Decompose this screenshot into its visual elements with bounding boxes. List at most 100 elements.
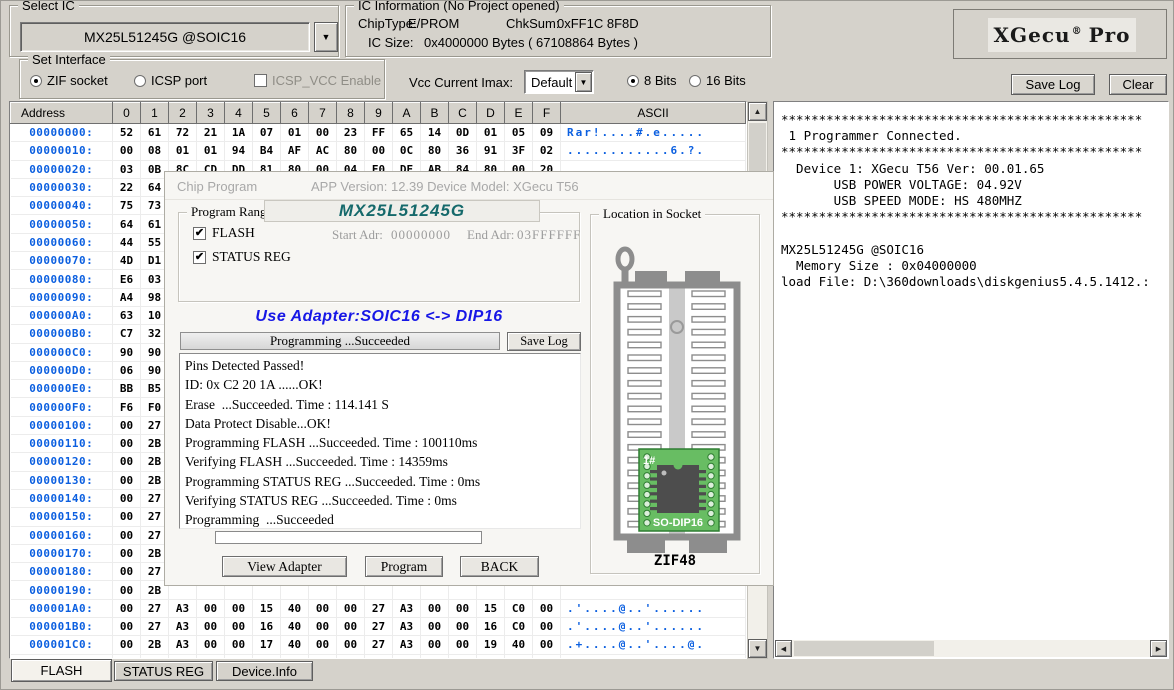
hex-col-header: 8 <box>337 103 365 124</box>
hex-byte-cell: 01 <box>281 124 309 142</box>
hex-byte-cell: 00 <box>197 599 225 617</box>
scroll-down-button[interactable]: ▼ <box>748 639 767 658</box>
hex-byte-cell: 00 <box>309 599 337 617</box>
zif-socket-radio[interactable]: ZIF socket <box>30 73 108 88</box>
hex-byte-cell: 00 <box>113 581 141 599</box>
program-button[interactable]: Program <box>365 556 443 577</box>
location-in-socket-group: Location in Socket 1# SO-D <box>590 214 760 574</box>
hex-byte-cell: 03 <box>113 160 141 178</box>
program-log-box[interactable]: Pins Detected Passed! ID: 0x C2 20 1A ..… <box>179 353 581 529</box>
flash-checkbox[interactable]: ✔ FLASH <box>193 225 255 241</box>
hex-byte-cell: 00 <box>225 618 253 636</box>
radio-on-icon <box>627 75 639 87</box>
status-reg-checkbox-label: STATUS REG <box>212 249 291 265</box>
dialog-save-log-button[interactable]: Save Log <box>507 332 581 351</box>
hex-byte-cell: 80 <box>421 142 449 160</box>
hex-col-header: 6 <box>281 103 309 124</box>
hex-byte-cell: 00 <box>533 599 561 617</box>
hex-byte-cell: 36 <box>449 142 477 160</box>
hex-row: 000001A0:0027A300001540000027A3000015C00… <box>11 599 746 617</box>
vcc-current-combobox[interactable]: Default ▼ <box>524 70 594 94</box>
hex-byte-cell: 52 <box>113 124 141 142</box>
hex-byte-cell: 00 <box>113 489 141 507</box>
program-range-label: Program Range <box>187 204 276 220</box>
status-reg-checkbox[interactable]: ✔ STATUS REG <box>193 249 291 265</box>
bits8-radio[interactable]: 8 Bits <box>627 73 677 88</box>
hex-byte-cell: 00 <box>197 636 225 654</box>
hex-byte-cell: 44 <box>113 233 141 251</box>
hex-byte-cell: A3 <box>169 618 197 636</box>
hex-byte-cell: 40 <box>281 599 309 617</box>
scroll-left-icon: ◀ <box>781 645 786 653</box>
hex-byte-cell: 00 <box>533 618 561 636</box>
progress-bar: Programming ...Succeeded <box>180 332 500 350</box>
hex-byte-cell: 94 <box>225 142 253 160</box>
hex-byte-cell: 1A <box>225 124 253 142</box>
hex-col-header: A <box>393 103 421 124</box>
adapter-board: 1# SO-DIP16 <box>639 449 719 531</box>
hex-col-header: 9 <box>365 103 393 124</box>
hex-byte-cell: 27 <box>141 618 169 636</box>
icsp-port-radio[interactable]: ICSP port <box>134 73 207 88</box>
hex-byte-cell: 00 <box>449 636 477 654</box>
hex-byte-cell: 2B <box>141 654 169 659</box>
hex-byte-cell: A3 <box>393 618 421 636</box>
hex-byte-cell: A3 <box>169 636 197 654</box>
scroll-thumb[interactable] <box>749 123 766 175</box>
hex-address: 00000180: <box>11 563 113 581</box>
save-log-button[interactable]: Save Log <box>1011 74 1095 95</box>
hex-address: 00000010: <box>11 142 113 160</box>
hex-byte-cell: 00 <box>449 618 477 636</box>
scroll-left-button[interactable]: ◀ <box>775 640 792 657</box>
device-log-hscrollbar[interactable]: ◀ ▶ <box>775 640 1167 657</box>
back-button[interactable]: BACK <box>460 556 539 577</box>
vcc-current-label: Vcc Current Imax: <box>409 75 513 90</box>
icsp-vcc-checkbox[interactable]: ICSP_VCC Enable <box>254 73 381 88</box>
radio-off-icon <box>134 75 146 87</box>
hex-byte-cell: 64 <box>113 215 141 233</box>
hex-address: 000000D0: <box>11 361 113 379</box>
bits16-radio[interactable]: 16 Bits <box>689 73 746 88</box>
hex-col-header: 4 <box>225 103 253 124</box>
hex-address: 00000000: <box>11 124 113 142</box>
clear-button[interactable]: Clear <box>1109 74 1167 95</box>
tab-flash[interactable]: FLASH <box>11 659 112 682</box>
vcc-dropdown-button[interactable]: ▼ <box>575 72 592 92</box>
scroll-up-button[interactable]: ▲ <box>748 102 767 121</box>
select-ic-label: Select IC <box>18 0 79 13</box>
hex-byte-cell: 00 <box>113 544 141 562</box>
device-log-panel[interactable]: ****************************************… <box>773 101 1169 659</box>
hex-address: 000000B0: <box>11 325 113 343</box>
hex-col-header: E <box>505 103 533 124</box>
hex-address: 00000080: <box>11 270 113 288</box>
hex-byte-cell: E6 <box>113 270 141 288</box>
hex-col-header: 0 <box>113 103 141 124</box>
hex-byte-cell: 75 <box>113 197 141 215</box>
hex-byte-cell: 72 <box>169 124 197 142</box>
end-adr-value: 03FFFFFF <box>517 227 581 243</box>
hex-byte-cell: 17 <box>253 636 281 654</box>
hex-byte-cell: 2B <box>141 636 169 654</box>
ic-select-combobox[interactable]: MX25L51245G @SOIC16 <box>20 22 310 52</box>
hex-byte-cell: 80 <box>337 142 365 160</box>
hex-byte-cell: AC <box>309 142 337 160</box>
scroll-thumb[interactable] <box>794 641 934 656</box>
hex-byte-cell: 27 <box>365 636 393 654</box>
hex-byte-cell: A3 <box>169 599 197 617</box>
scroll-right-button[interactable]: ▶ <box>1150 640 1167 657</box>
tab-status-reg[interactable]: STATUS REG <box>114 661 213 681</box>
hex-byte-cell: 27 <box>141 599 169 617</box>
device-log-text: ****************************************… <box>775 102 1167 638</box>
ic-select-dropdown-button[interactable]: ▼ <box>314 22 338 52</box>
hex-col-header: F <box>533 103 561 124</box>
hex-byte-cell: 40 <box>505 636 533 654</box>
view-adapter-button[interactable]: View Adapter <box>222 556 347 577</box>
secondary-progress-bar <box>215 531 482 544</box>
scroll-up-icon: ▲ <box>754 107 762 116</box>
hex-col-header: C <box>449 103 477 124</box>
tab-device-info[interactable]: Device.Info <box>216 661 313 681</box>
hex-byte-cell: A3 <box>393 599 421 617</box>
hex-byte-cell: 00 <box>113 618 141 636</box>
socket-lever-icon <box>618 249 632 269</box>
ic-info-group: IC Information (No Project opened) ChipT… <box>345 5 771 57</box>
